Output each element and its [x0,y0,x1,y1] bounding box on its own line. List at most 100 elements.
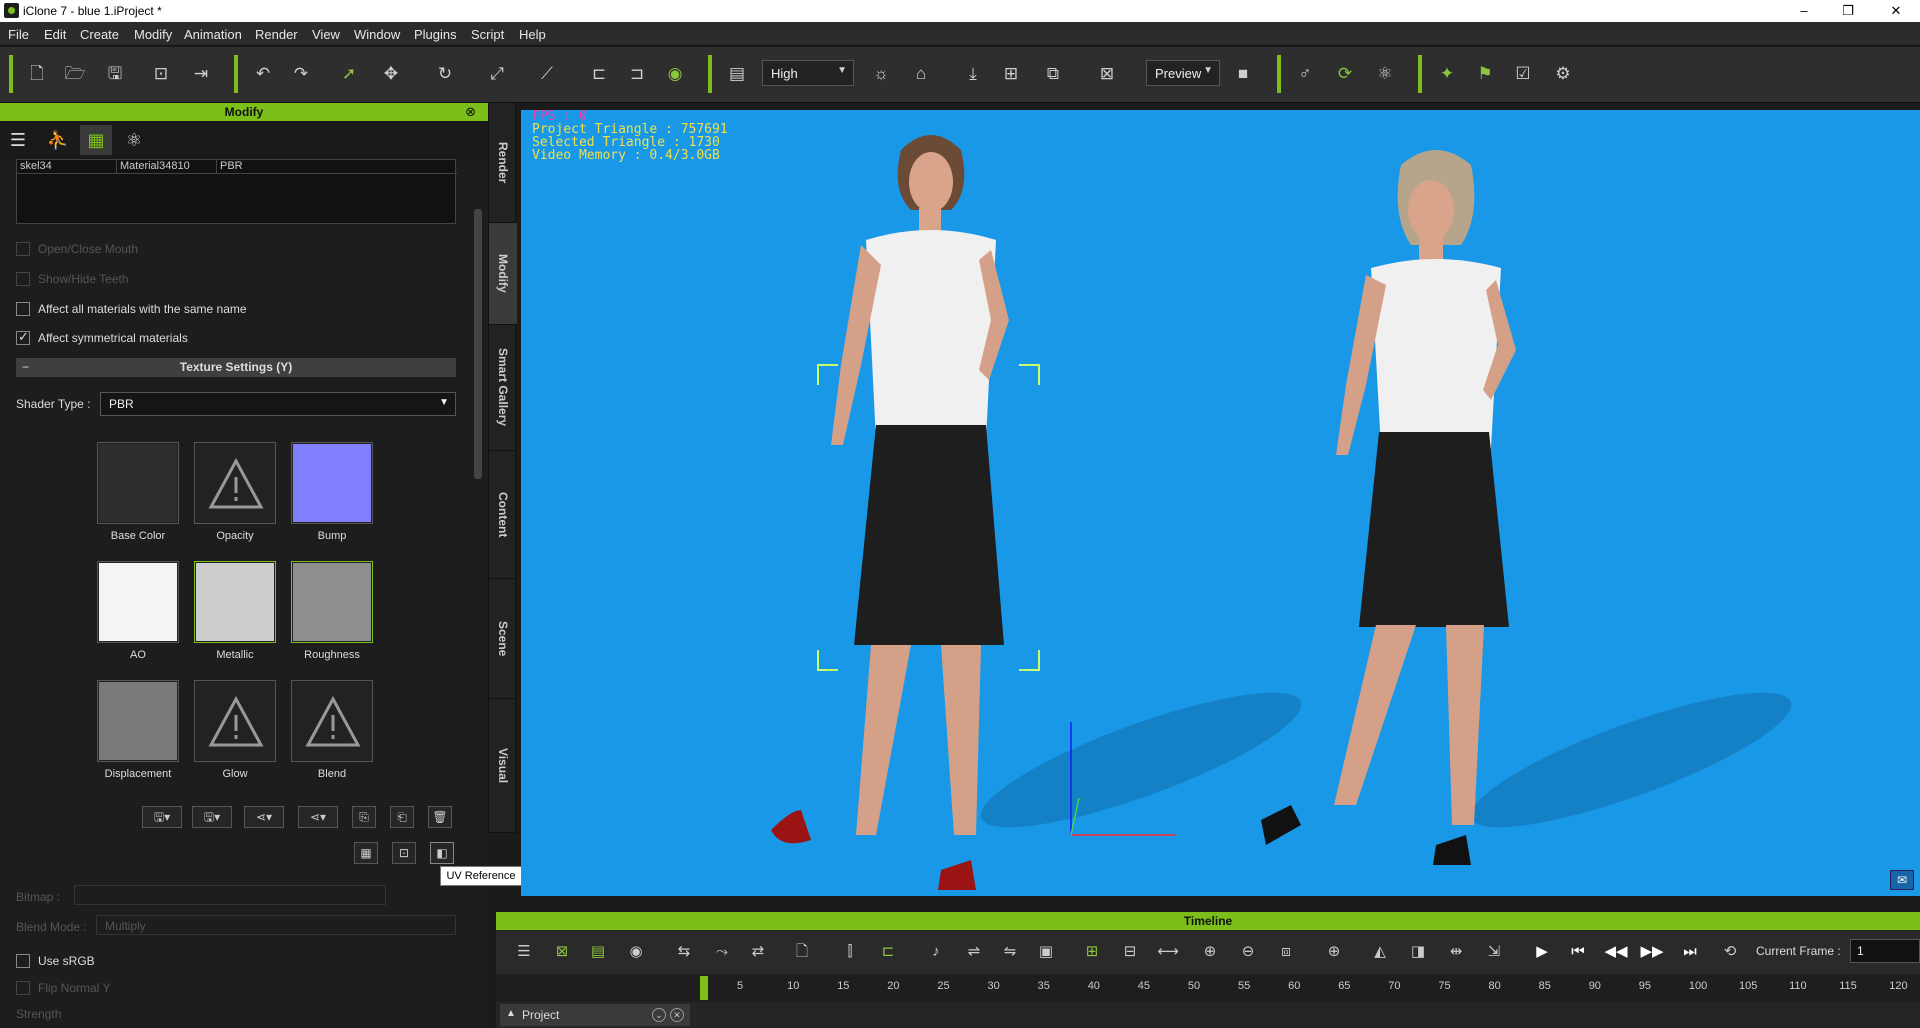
view-icon[interactable]: ◉ [624,940,648,964]
texture-slot-bump[interactable] [291,442,373,524]
close-panel-icon[interactable]: ⊗ [465,103,476,121]
tab-content[interactable]: Content [489,451,517,579]
select-icon[interactable]: ➚ [336,61,362,87]
track-collapse-icon[interactable]: ⌄ [652,1008,666,1022]
texture-slot-metallic[interactable] [194,561,276,643]
tab-visual[interactable]: Visual [489,699,517,833]
rotate-icon[interactable]: ↻ [432,61,458,87]
menu-render[interactable]: Render [255,27,298,42]
texture-grid-button[interactable]: ▦ [354,842,378,864]
puppet-icon[interactable]: ♂ [1292,61,1318,87]
flag-icon[interactable]: ⚑ [1472,61,1498,87]
menu-animation[interactable]: Animation [184,27,242,42]
save-as-texture-button[interactable]: 🖫▾ [192,806,232,828]
tab-sliders-icon[interactable]: ☰ [2,125,34,155]
preview-window-icon[interactable]: ⊡ [148,61,174,87]
texture-slot-roughness[interactable] [291,561,373,643]
transition-icon[interactable]: ⊏ [876,940,900,964]
tab-motion-icon[interactable]: ⛹ [42,125,74,155]
previous-frame-icon[interactable]: ◀◀ [1604,940,1628,964]
physics-icon[interactable]: ⚛ [1372,61,1398,87]
render-mode-dropdown[interactable]: Preview ▼ [1146,60,1220,86]
align-icon[interactable]: ⟋ [534,61,560,87]
reverse-icon[interactable]: ⇋ [998,940,1022,964]
fit-view-icon[interactable]: ⊞ [998,61,1024,87]
home-camera-icon[interactable]: ⌂ [908,61,934,87]
menu-script[interactable]: Script [471,27,504,42]
layout-icon[interactable]: ▤ [724,61,750,87]
paste-texture-button[interactable]: ⎗ [390,806,414,828]
export-clip-icon[interactable]: ⇲ [1482,940,1506,964]
key-icon[interactable]: ⊠ [550,940,574,964]
bitmap-input[interactable] [74,885,386,905]
loop-mode-icon[interactable]: ⟲ [1718,940,1742,964]
texture-slot-opacity[interactable] [194,442,276,524]
export-icon[interactable]: ⇥ [188,61,214,87]
flip-normal-checkbox[interactable] [16,981,30,995]
loop-icon[interactable]: ⇆ [672,940,696,964]
trim-icon[interactable]: ◨ [1406,940,1430,964]
fit-icon[interactable]: ⇹ [1444,940,1468,964]
current-frame-input[interactable]: 1 [1850,939,1920,963]
zoom-icon[interactable]: ⊕ [1322,940,1346,964]
track-list-icon[interactable]: ☰ [512,940,536,964]
camera-icon[interactable]: ■ [1230,61,1256,87]
insert-icon[interactable]: ⤳ [710,940,734,964]
play-icon[interactable]: ▶ [1530,940,1554,964]
move-icon[interactable]: ✥ [378,61,404,87]
menu-view[interactable]: View [312,27,340,42]
motion-puppet-icon[interactable]: ⟳ [1332,61,1358,87]
project-track[interactable]: ▲ Project ⌄ ✕ [500,1004,690,1026]
range-icon[interactable]: ⊟ [1118,940,1142,964]
close-button[interactable]: ✕ [1886,2,1906,20]
open-close-mouth-checkbox[interactable] [16,242,30,256]
texture-settings-section[interactable]: − Texture Settings (Y) [16,358,456,377]
collect-clip-icon[interactable]: ▤ [586,940,610,964]
undo-icon[interactable]: ↶ [250,61,276,87]
show-hide-teeth-checkbox[interactable] [16,272,30,286]
timeline-ruler[interactable]: 5 10 15 20 25 30 35 40 45 50 55 60 65 70 75 80 85 90 95 100… [496,974,1920,1002]
remove-track-icon[interactable]: ⊖ [1236,940,1260,964]
copy-texture-button[interactable]: ⎘ [352,806,376,828]
add-track-icon[interactable]: ⊕ [1198,940,1222,964]
tab-physics-icon[interactable]: ⚛ [118,125,150,155]
expand-arrow-icon[interactable]: ▲ [506,1008,516,1019]
quality-dropdown[interactable]: High ▼ [762,60,854,86]
add-range-icon[interactable]: ⊞ [1080,940,1104,964]
3d-viewport[interactable]: FPS : 0 Project Triangle : 757691 Select… [521,110,1920,896]
open-project-icon[interactable]: 🗁 [62,61,88,87]
texture-launcher-button[interactable]: ⊡ [392,842,416,864]
light-icon[interactable]: ☼ [868,61,894,87]
save-texture-button[interactable]: 🖫▾ [142,806,182,828]
visibility-eye-icon[interactable]: ◉ [662,61,688,87]
merge-icon[interactable]: ⧈ [1274,940,1298,964]
texture-slot-base-color[interactable] [97,442,179,524]
share-texture-button[interactable]: ⋖▾ [244,806,284,828]
menu-plugins[interactable]: Plugins [414,27,457,42]
checklist-icon[interactable]: ☑ [1510,61,1536,87]
menu-help[interactable]: Help [519,27,546,42]
next-frame-icon[interactable]: ▶▶ [1640,940,1664,964]
sync-icon[interactable]: ⇌ [962,940,986,964]
table-row[interactable]: skel34 Material34810 PBR [17,160,457,174]
motion-clip-icon[interactable]: ▣ [1034,940,1058,964]
tab-modify[interactable]: Modify [489,223,517,325]
share-all-button[interactable]: ⋖▾ [298,806,338,828]
uv-reference-button[interactable]: ◧ [430,842,454,864]
fit-range-icon[interactable]: ⟷ [1156,940,1180,964]
first-frame-icon[interactable]: ⏮ [1566,940,1590,964]
last-frame-icon[interactable]: ⏭ [1678,940,1702,964]
texture-slot-blend[interactable] [291,680,373,762]
timeline-playhead[interactable] [700,976,708,1000]
tab-render[interactable]: Render [489,103,517,223]
texture-slot-ao[interactable] [97,561,179,643]
texture-slot-glow[interactable] [194,680,276,762]
clip-icon[interactable]: 🗋 [790,940,814,964]
menu-modify[interactable]: Modify [134,27,172,42]
mocap-icon[interactable]: ✦ [1434,61,1460,87]
texture-slot-displacement[interactable] [97,680,179,762]
menu-window[interactable]: Window [354,27,400,42]
frame-icon[interactable]: ⊠ [1094,61,1120,87]
track-close-icon[interactable]: ✕ [670,1008,684,1022]
save-project-icon[interactable]: 🖫 [102,61,128,87]
